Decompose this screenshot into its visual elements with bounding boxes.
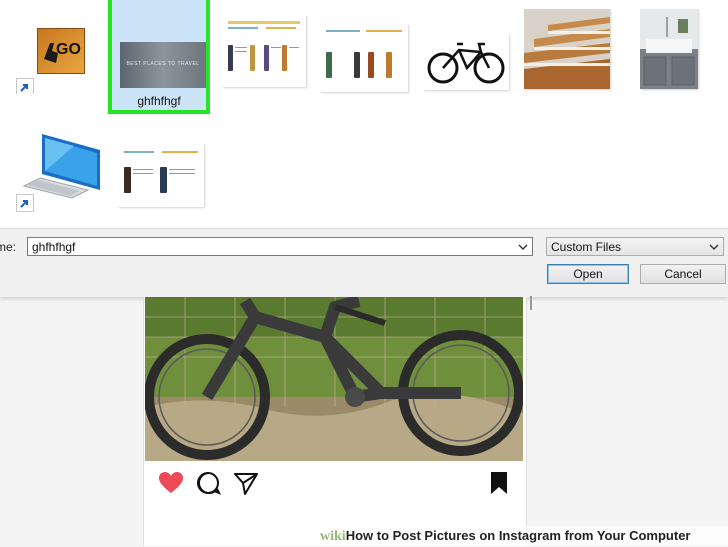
file-item-doc-flyer-2[interactable]: [320, 24, 408, 92]
file-name-value: ghfhfhgf: [32, 240, 76, 254]
post-photo[interactable]: [145, 297, 523, 461]
bicycle-thumb-icon: [423, 34, 509, 90]
thumbnail-caption: BEST PLACES TO TRAVEL: [126, 61, 200, 67]
file-item-doc-flyer-3[interactable]: [118, 143, 204, 207]
heart-icon[interactable]: [158, 470, 184, 496]
bookmark-icon[interactable]: [486, 470, 512, 496]
stairs-thumb-icon: [524, 9, 610, 89]
dialog-footer: me: ghfhfhgf Custom Files Open Cancel: [0, 228, 728, 297]
kitchen-thumb-icon: [640, 9, 698, 89]
document-thumb-icon: [222, 15, 306, 87]
file-list-area[interactable]: GO BEST PLACES TO TRAVEL ghfhfhgf: [0, 0, 728, 228]
instagram-post: [143, 297, 527, 546]
document-thumb-icon: [320, 24, 408, 92]
file-item-computer[interactable]: [14, 128, 108, 214]
csgo-text: GO: [56, 41, 81, 58]
wikihow-watermark: wikiHow to Post Pictures on Instagram fr…: [314, 526, 728, 546]
shortcut-arrow-icon: [16, 78, 34, 94]
file-name-input[interactable]: ghfhfhgf: [27, 237, 533, 256]
watermark-title: to Post Pictures on Instagram from Your …: [373, 528, 691, 543]
file-item-csgo[interactable]: GO: [12, 8, 106, 94]
image-thumbnail: BEST PLACES TO TRAVEL: [120, 42, 206, 88]
comment-icon[interactable]: [196, 470, 222, 496]
resize-grip[interactable]: [530, 296, 532, 310]
open-button[interactable]: Open: [547, 264, 629, 284]
file-open-dialog: GO BEST PLACES TO TRAVEL ghfhfhgf me: gh…: [0, 0, 728, 297]
file-type-value: Custom Files: [551, 240, 622, 254]
cancel-button[interactable]: Cancel: [640, 264, 726, 284]
chevron-down-icon[interactable]: [707, 239, 721, 254]
shortcut-arrow-icon: [16, 194, 34, 212]
file-item-selected[interactable]: BEST PLACES TO TRAVEL ghfhfhgf: [108, 0, 210, 114]
mountain-bike-photo: [145, 297, 523, 461]
file-item-bicycle[interactable]: [423, 34, 509, 90]
file-name-label: me:: [0, 240, 17, 254]
chevron-down-icon[interactable]: [516, 239, 530, 254]
how-text: How: [345, 528, 374, 543]
share-icon[interactable]: [233, 470, 259, 496]
file-item-stairs[interactable]: [524, 9, 610, 89]
csgo-icon: GO: [37, 28, 85, 74]
file-item-kitchen[interactable]: [640, 9, 698, 89]
wiki-logo-text: wiki: [320, 529, 346, 544]
selected-file-label: ghfhfhgf: [137, 94, 181, 108]
file-item-doc-flyer-1[interactable]: [222, 15, 306, 87]
document-thumb-icon: [118, 143, 204, 207]
file-type-select[interactable]: Custom Files: [546, 237, 724, 256]
